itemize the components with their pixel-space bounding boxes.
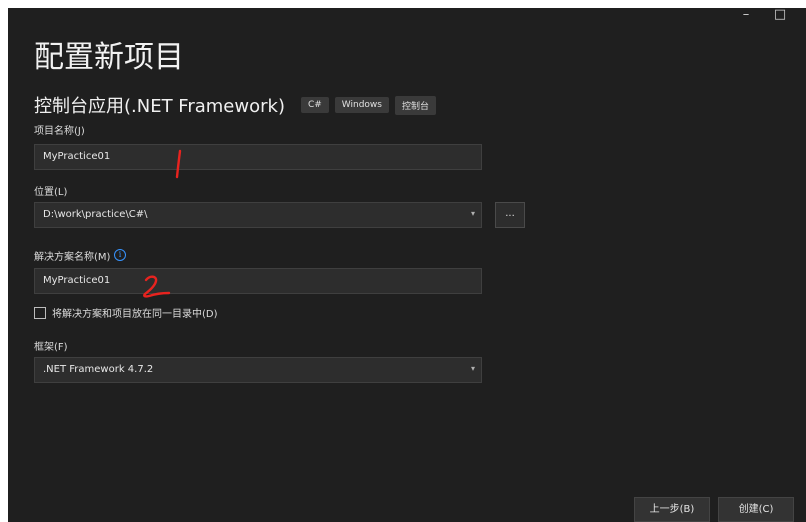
template-header: 控制台应用(.NET Framework) C# Windows 控制台: [34, 92, 436, 118]
previous-button[interactable]: 上一步(B): [634, 497, 710, 522]
info-icon[interactable]: i: [114, 249, 126, 261]
framework-value: .NET Framework 4.7.2: [43, 364, 154, 375]
handwritten-mark-1: [175, 149, 182, 179]
framework-combobox[interactable]: .NET Framework 4.7.2 ▾: [34, 357, 482, 383]
tag-language: C#: [300, 97, 329, 113]
configure-project-window: – □ × 配置新项目 控制台应用(.NET Framework) C# Win…: [8, 8, 806, 522]
page-title: 配置新项目: [34, 40, 184, 75]
template-name: 控制台应用(.NET Framework): [34, 96, 285, 117]
chevron-down-icon: ▾: [470, 364, 475, 373]
close-icon[interactable]: ×: [798, 8, 806, 26]
same-directory-option[interactable]: 将解决方案和项目放在同一目录中(D): [34, 305, 218, 320]
solution-name-value: MyPractice01: [43, 275, 111, 286]
location-value: D:\work\practice\C#\: [43, 209, 148, 220]
project-name-input[interactable]: MyPractice01: [34, 144, 482, 170]
tag-platform: Windows: [334, 97, 389, 113]
create-button[interactable]: 创建(C): [718, 497, 794, 522]
minimize-icon[interactable]: –: [728, 8, 764, 26]
location-combobox[interactable]: D:\work\practice\C#\ ▾: [34, 202, 482, 228]
framework-label: 框架(F): [34, 342, 68, 353]
maximize-icon[interactable]: □: [762, 8, 798, 26]
project-name-value: MyPractice01: [43, 151, 111, 162]
handwritten-mark-2: [143, 275, 171, 298]
solution-name-input[interactable]: MyPractice01: [34, 268, 482, 294]
project-name-label: 项目名称(J): [34, 126, 85, 137]
tag-project-type: 控制台: [394, 95, 436, 115]
location-label: 位置(L): [34, 187, 68, 198]
browse-button[interactable]: ...: [495, 202, 525, 228]
same-directory-label: 将解决方案和项目放在同一目录中(D): [52, 309, 218, 320]
solution-name-label: 解决方案名称(M): [34, 252, 111, 263]
chevron-down-icon: ▾: [470, 209, 475, 218]
same-directory-checkbox[interactable]: [34, 306, 46, 319]
